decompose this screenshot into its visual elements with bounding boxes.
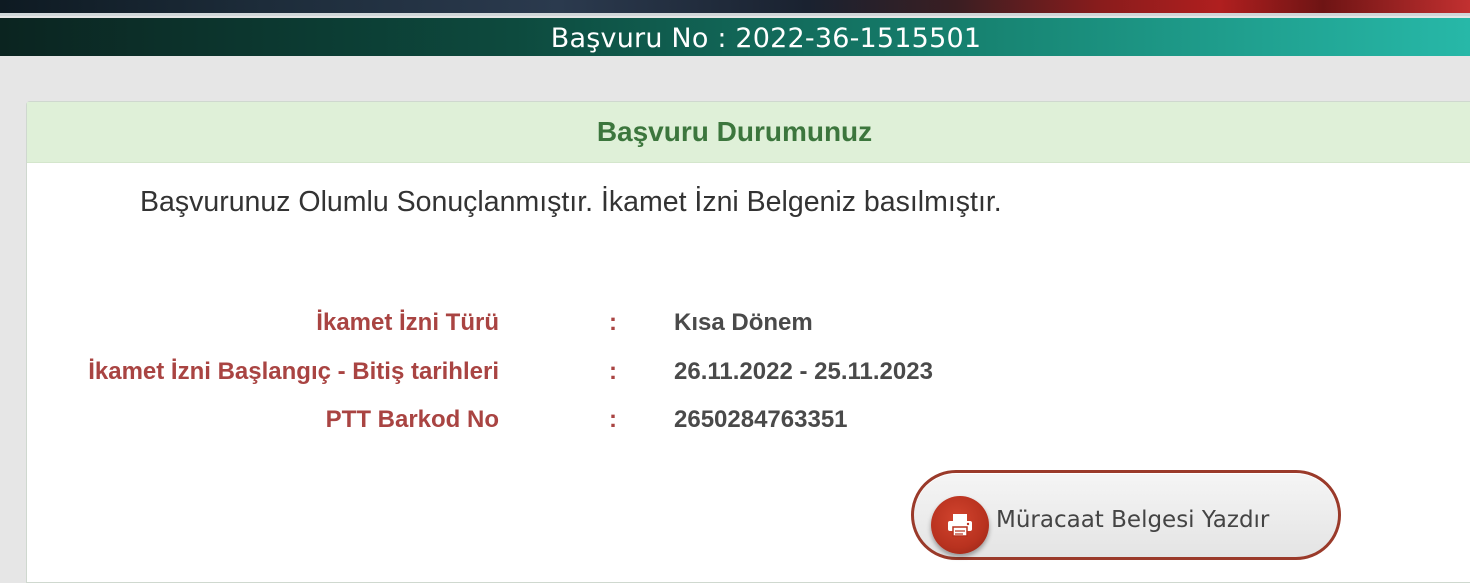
- application-status-panel: Başvuru Durumunuz Başvurunuz Olumlu Sonu…: [26, 101, 1470, 583]
- application-number-bar: Başvuru No : 2022-36-1515501: [0, 18, 1470, 56]
- detail-value: 2650284763351: [674, 406, 848, 433]
- print-application-button[interactable]: Müracaat Belgesi Yazdır: [911, 470, 1341, 560]
- detail-row-ptt-barcode: PTT Barkod No : 2650284763351: [27, 406, 1027, 446]
- detail-separator: :: [609, 358, 617, 385]
- panel-heading: Başvuru Durumunuz: [27, 102, 1470, 163]
- status-message: Başvurunuz Olumlu Sonuçlanmıştır. İkamet…: [140, 186, 1002, 218]
- application-number: Başvuru No : 2022-36-1515501: [550, 23, 982, 54]
- detail-value: Kısa Dönem: [674, 309, 813, 336]
- detail-row-permit-type: İkamet İzni Türü : Kısa Dönem: [27, 309, 1027, 349]
- panel-title: Başvuru Durumunuz: [596, 116, 873, 147]
- detail-label: İkamet İzni Başlangıç - Bitiş tarihleri: [88, 358, 499, 385]
- detail-label: İkamet İzni Türü: [316, 309, 499, 336]
- printer-icon: [931, 496, 989, 554]
- hero-banner-strip: [0, 0, 1470, 16]
- print-button-label: Müracaat Belgesi Yazdır: [996, 507, 1270, 533]
- detail-label: PTT Barkod No: [325, 406, 499, 433]
- detail-separator: :: [609, 406, 617, 433]
- detail-separator: :: [609, 309, 617, 336]
- detail-value: 26.11.2022 - 25.11.2023: [674, 358, 933, 385]
- detail-row-permit-dates: İkamet İzni Başlangıç - Bitiş tarihleri …: [27, 358, 1027, 398]
